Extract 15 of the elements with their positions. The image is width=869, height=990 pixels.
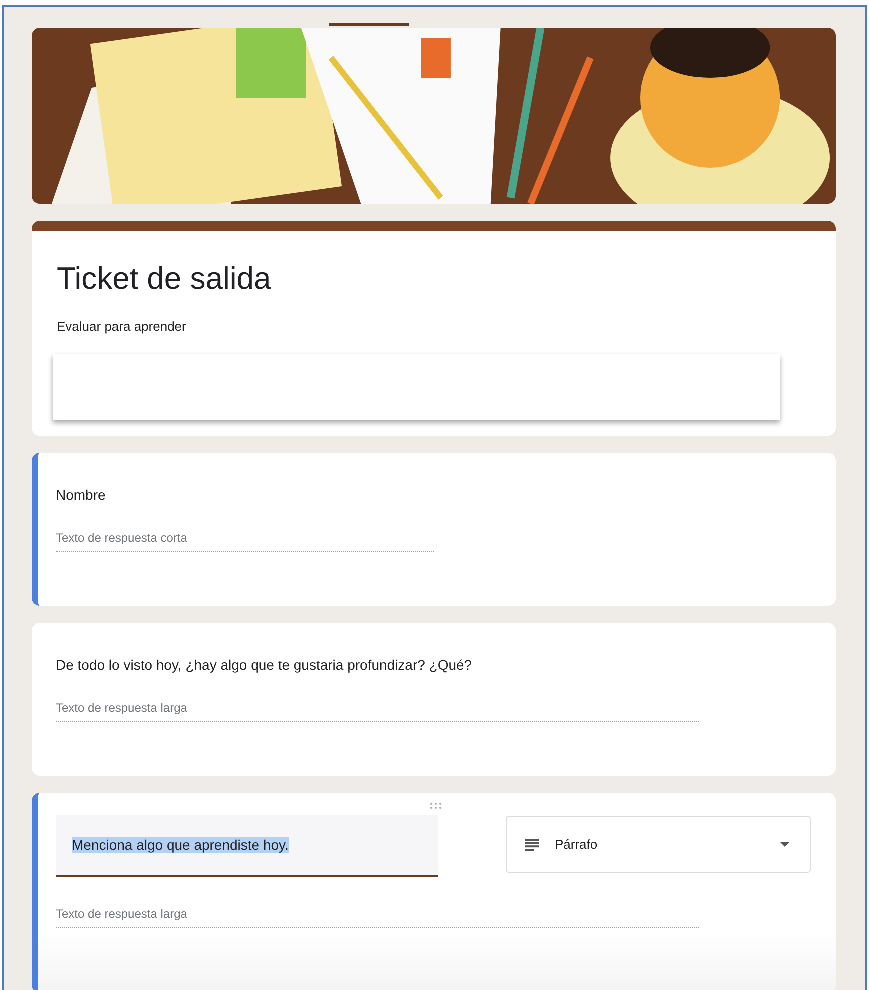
question-title: De todo lo visto hoy, ¿hay algo que te gustaria profundizar? ¿Qué?: [56, 656, 474, 673]
answer-placeholder-field: Texto de respuesta larga: [56, 701, 699, 722]
question-type-dropdown[interactable]: Párrafo: [506, 816, 811, 873]
question-card[interactable]: De todo lo visto hoy, ¿hay algo que te gustaria profundizar? ¿Qué? Texto de respuesta larga: [32, 623, 836, 776]
question-title-field[interactable]: Menciona algo que aprendiste hoy.: [56, 815, 438, 877]
caret-icon: [780, 842, 790, 847]
paragraph-lines-icon: [525, 838, 539, 850]
question-card[interactable]: Menciona algo que aprendiste hoy. Párrafo Texto de respuesta larga: [32, 793, 836, 990]
drag-handle-icon[interactable]: [430, 803, 442, 809]
question-card[interactable]: Nombre Texto de respuesta corta: [32, 453, 836, 606]
form-description[interactable]: Evaluar para aprender: [32, 297, 836, 334]
form-title[interactable]: Ticket de salida: [32, 231, 836, 297]
answer-placeholder-field: Texto de respuesta larga: [56, 907, 699, 928]
question-title: Nombre: [56, 486, 107, 503]
answer-placeholder-field: Texto de respuesta corta: [56, 531, 434, 552]
